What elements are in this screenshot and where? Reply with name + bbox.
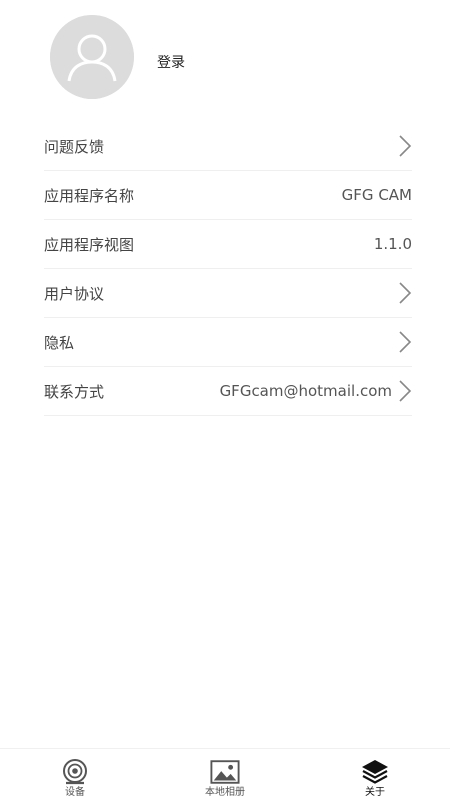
app-version-value: 1.1.0 — [373, 235, 412, 253]
app-name-row: 应用程序名称 GFG CAM — [44, 171, 412, 220]
login-link[interactable]: 登录 — [157, 52, 185, 72]
contact-email: GFGcam@hotmail.com — [219, 382, 392, 400]
user-agreement-label: 用户协议 — [44, 284, 105, 303]
chevron-right-icon — [398, 281, 412, 305]
app-version-row: 应用程序视图 1.1.0 — [44, 220, 412, 269]
app-name-label: 应用程序名称 — [44, 186, 135, 205]
privacy-label: 隐私 — [44, 333, 75, 352]
contact-row[interactable]: 联系方式 GFGcam@hotmail.com — [44, 367, 412, 416]
feedback-label: 问题反馈 — [44, 137, 105, 156]
user-icon — [50, 15, 134, 99]
image-icon — [210, 758, 240, 786]
chevron-right-icon — [398, 330, 412, 354]
privacy-row[interactable]: 隐私 — [44, 318, 412, 367]
app-version-label: 应用程序视图 — [44, 235, 135, 254]
camera-icon — [60, 758, 90, 786]
tab-about[interactable]: 关于 — [300, 749, 450, 800]
contact-label: 联系方式 — [44, 382, 105, 401]
bottom-tab-bar: 设备 本地相册 关于 — [0, 748, 450, 800]
tab-local-album[interactable]: 本地相册 — [150, 749, 300, 800]
chevron-right-icon — [398, 379, 412, 403]
user-agreement-row[interactable]: 用户协议 — [44, 269, 412, 318]
tab-devices[interactable]: 设备 — [0, 749, 150, 800]
tab-label: 关于 — [365, 787, 385, 798]
app-name-value: GFG CAM — [341, 186, 412, 204]
settings-list: 问题反馈 应用程序名称 GFG CAM 应用程序视图 1.1.0 用户协议 隐私 — [44, 122, 412, 416]
tab-label: 设备 — [65, 787, 85, 798]
layers-icon — [360, 758, 390, 786]
feedback-row[interactable]: 问题反馈 — [44, 122, 412, 171]
avatar[interactable] — [50, 15, 134, 99]
tab-label: 本地相册 — [205, 787, 245, 798]
chevron-right-icon — [398, 134, 412, 158]
profile-header: 登录 — [0, 0, 450, 120]
